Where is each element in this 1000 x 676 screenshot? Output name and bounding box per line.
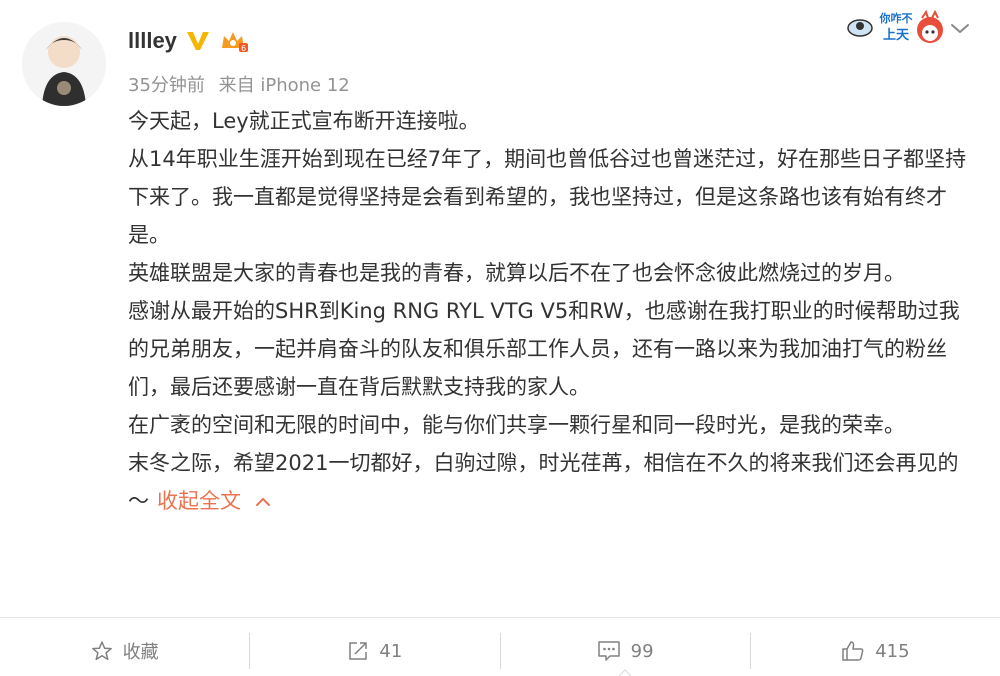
post-paragraph: 感谢从最开始的SHR到King RNG RYL VTG V5和RW，也感谢在我打… (128, 299, 960, 399)
sticker-icon: 你咋不 上天 (846, 6, 944, 48)
sticker-text-bottom: 上天 (883, 28, 910, 43)
like-button[interactable]: 415 (751, 628, 1000, 674)
favorite-label: 收藏 (122, 642, 159, 663)
post-timestamp[interactable]: 35分钟前 (128, 75, 205, 96)
star-icon (91, 640, 113, 662)
username[interactable]: lllley (128, 28, 177, 54)
verified-icon (185, 30, 211, 52)
sticker-text-top: 你咋不 (879, 11, 913, 25)
post-paragraph-text: 末冬之际，希望2021一切都好，白驹过隙，时光荏苒，相信在不久的将来我们还会再见… (128, 451, 959, 513)
repost-count: 41 (379, 640, 403, 662)
post-source: 来自 iPhone 12 (218, 75, 350, 96)
post-paragraph: 今天起，Ley就正式宣布断开连接啦。 (128, 109, 480, 133)
post-paragraph-last: 末冬之际，希望2021一切都好，白驹过隙，时光荏苒，相信在不久的将来我们还会再见… (128, 444, 973, 520)
action-bar: 收藏 41 99 415 (0, 628, 1000, 674)
repost-button[interactable]: 41 (250, 628, 499, 674)
svg-text:6: 6 (241, 44, 246, 53)
post-paragraph: 从14年职业生涯开始到现在已经7年了，期间也曾低谷过也曾迷茫过，好在那些日子都坚… (128, 147, 967, 247)
post-paragraph: 英雄联盟是大家的青春也是我的青春，就算以后不在了也会怀念彼此燃烧过的岁月。 (128, 261, 905, 285)
comment-icon (597, 640, 621, 662)
chevron-up-icon[interactable] (255, 496, 271, 508)
comment-count: 99 (630, 640, 654, 662)
collapse-text-link[interactable]: 收起全文 (157, 489, 241, 513)
comment-pointer-icon (619, 668, 631, 676)
favorite-button[interactable]: 收藏 (0, 628, 249, 674)
like-count: 415 (875, 640, 910, 662)
like-icon (841, 640, 865, 662)
avatar[interactable] (22, 22, 106, 106)
divider (0, 617, 1000, 618)
post-paragraph: 在广袤的空间和无限的时间中，能与你们共享一颗行星和同一段时光，是我的荣幸。 (128, 413, 905, 437)
repost-icon (347, 640, 369, 662)
post-content: 今天起，Ley就正式宣布断开连接啦。 从14年职业生涯开始到现在已经7年了，期间… (128, 102, 973, 520)
vip-crown-icon[interactable]: 6 (219, 28, 249, 54)
post-menu-chevron-down-icon[interactable] (948, 18, 972, 38)
